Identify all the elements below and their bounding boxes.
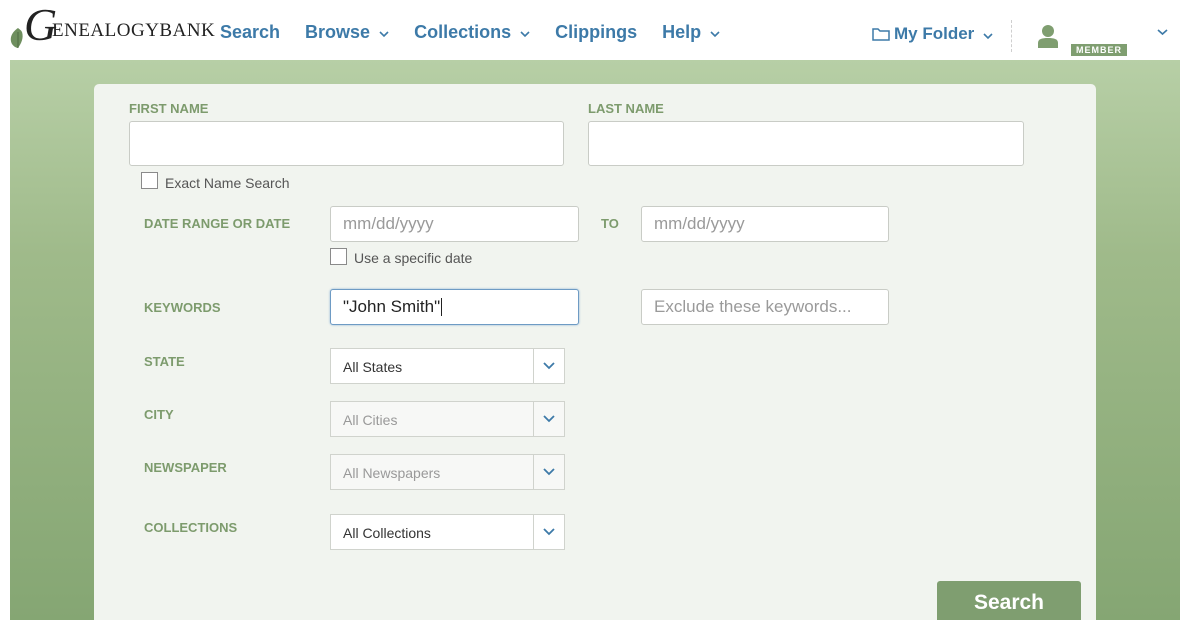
newspaper-select[interactable]: All Newspapers (330, 454, 565, 490)
nav-help[interactable]: Help (662, 22, 720, 43)
logo-text: ENEALOGYBANK (52, 20, 216, 41)
collections-label: COLLECTIONS (144, 520, 238, 535)
exact-name-label: Exact Name Search (165, 175, 290, 191)
chevron-down-icon (983, 32, 993, 39)
collections-dropdown-button[interactable] (533, 515, 564, 549)
nav-search[interactable]: Search (220, 22, 280, 43)
nav-clippings[interactable]: Clippings (555, 22, 637, 43)
state-select-value: All States (343, 359, 403, 375)
nav-search-label: Search (220, 22, 281, 42)
date-range-label: DATE RANGE OR DATE (144, 216, 291, 231)
chevron-down-icon (520, 31, 530, 38)
exact-name-checkbox[interactable] (141, 172, 158, 189)
date-to-input[interactable]: mm/dd/yyyy (641, 206, 889, 242)
chevron-down-icon (543, 528, 555, 536)
header-divider (1011, 20, 1012, 52)
state-dropdown-button[interactable] (533, 349, 564, 383)
nav-browse[interactable]: Browse (305, 22, 389, 43)
city-select-value: All Cities (343, 412, 398, 428)
keywords-input[interactable]: "John Smith" (330, 289, 579, 325)
chevron-down-icon (543, 468, 555, 476)
chevron-down-icon (543, 415, 555, 423)
specific-date-label: Use a specific date (354, 250, 473, 266)
nav-collections[interactable]: Collections (414, 22, 530, 43)
first-name-input[interactable] (129, 121, 564, 166)
keywords-value: "John Smith" (343, 297, 441, 316)
last-name-label: LAST NAME (588, 101, 664, 116)
nav-help-label: Help (662, 22, 702, 42)
exclude-keywords-input[interactable]: Exclude these keywords... (641, 289, 889, 325)
search-button[interactable]: Search (937, 581, 1081, 620)
date-from-input[interactable]: mm/dd/yyyy (330, 206, 579, 242)
main-nav: Search Browse Collections Clippings Help (220, 22, 745, 43)
site-header: G ENEALOGYBANK Search Browse Collections… (0, 0, 1193, 62)
newspaper-dropdown-button[interactable] (533, 455, 564, 489)
last-name-input[interactable] (588, 121, 1024, 166)
chevron-down-icon (710, 31, 720, 38)
nav-clippings-label: Clippings (555, 22, 638, 42)
city-select[interactable]: All Cities (330, 401, 565, 437)
account-chevron-icon[interactable] (1157, 27, 1168, 37)
state-label: STATE (144, 354, 185, 369)
collections-select-value: All Collections (343, 525, 431, 541)
chevron-down-icon (543, 362, 555, 370)
folder-icon (872, 28, 890, 41)
nav-collections-label: Collections (414, 22, 512, 42)
state-select[interactable]: All States (330, 348, 565, 384)
city-label: CITY (144, 407, 174, 422)
newspaper-select-value: All Newspapers (343, 465, 441, 481)
first-name-label: FIRST NAME (129, 101, 209, 116)
city-dropdown-button[interactable] (533, 402, 564, 436)
collections-select[interactable]: All Collections (330, 514, 565, 550)
my-folder-label: My Folder (894, 24, 975, 43)
newspaper-label: NEWSPAPER (144, 460, 227, 475)
date-to-label: TO (601, 216, 619, 231)
user-icon[interactable] (1037, 24, 1059, 48)
genealogybank-logo[interactable]: G ENEALOGYBANK (8, 2, 215, 52)
specific-date-checkbox[interactable] (330, 248, 347, 265)
text-caret (441, 298, 443, 316)
keywords-label: KEYWORDS (144, 300, 221, 315)
my-folder-menu[interactable]: My Folder (872, 24, 993, 44)
nav-browse-label: Browse (305, 22, 371, 42)
chevron-down-icon (379, 31, 389, 38)
member-badge: MEMBER (1071, 44, 1127, 56)
